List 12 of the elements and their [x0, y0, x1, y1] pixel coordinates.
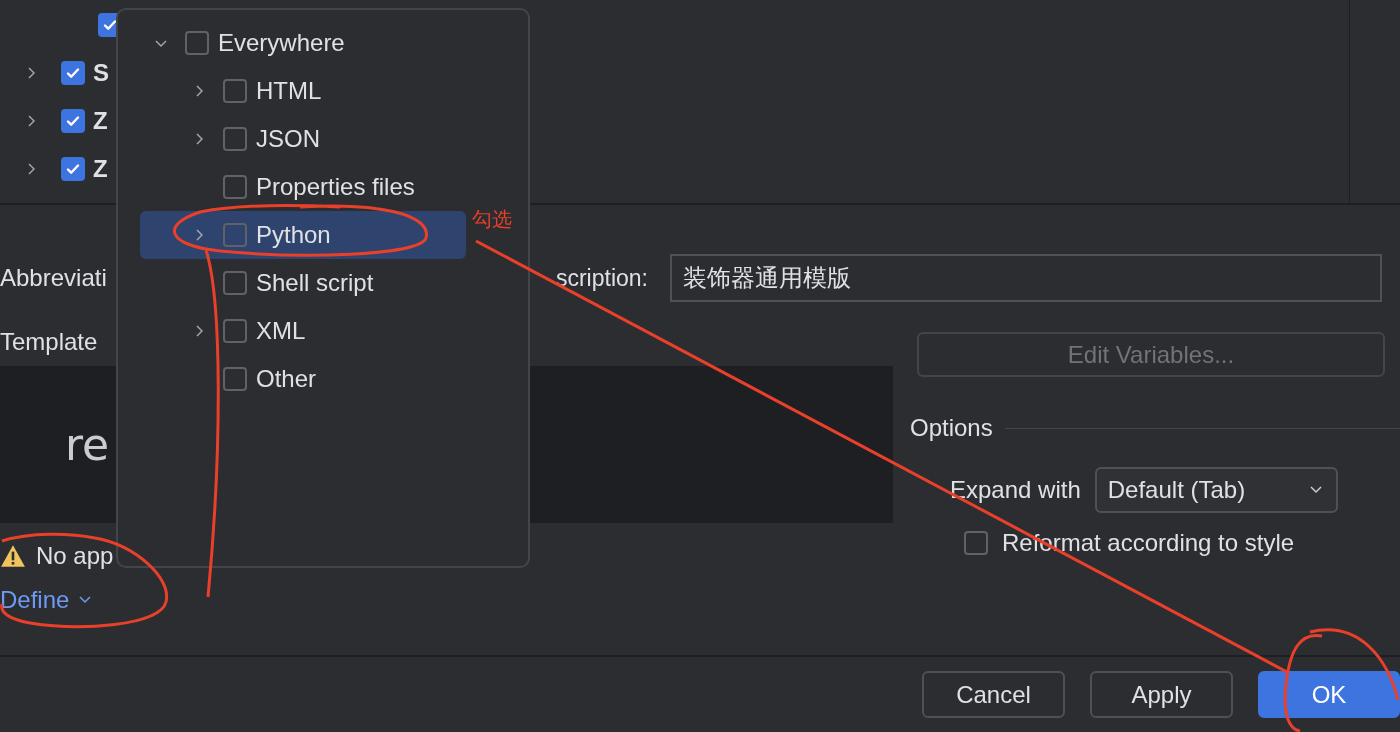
group-label: Z [93, 155, 108, 183]
group-label: S [93, 59, 109, 87]
section-title: Options [910, 414, 993, 442]
group-label: Z [93, 107, 108, 135]
field-label: Template [0, 327, 98, 357]
tree-item-label: Everywhere [218, 29, 345, 57]
field-label: Abbreviati [0, 264, 107, 292]
warning-text: No app [36, 542, 114, 570]
field-label: scription: [555, 264, 648, 292]
field-label: Expand with [950, 476, 1081, 504]
code-text: re [65, 419, 110, 470]
annotation-text: 勾选 [472, 208, 512, 231]
